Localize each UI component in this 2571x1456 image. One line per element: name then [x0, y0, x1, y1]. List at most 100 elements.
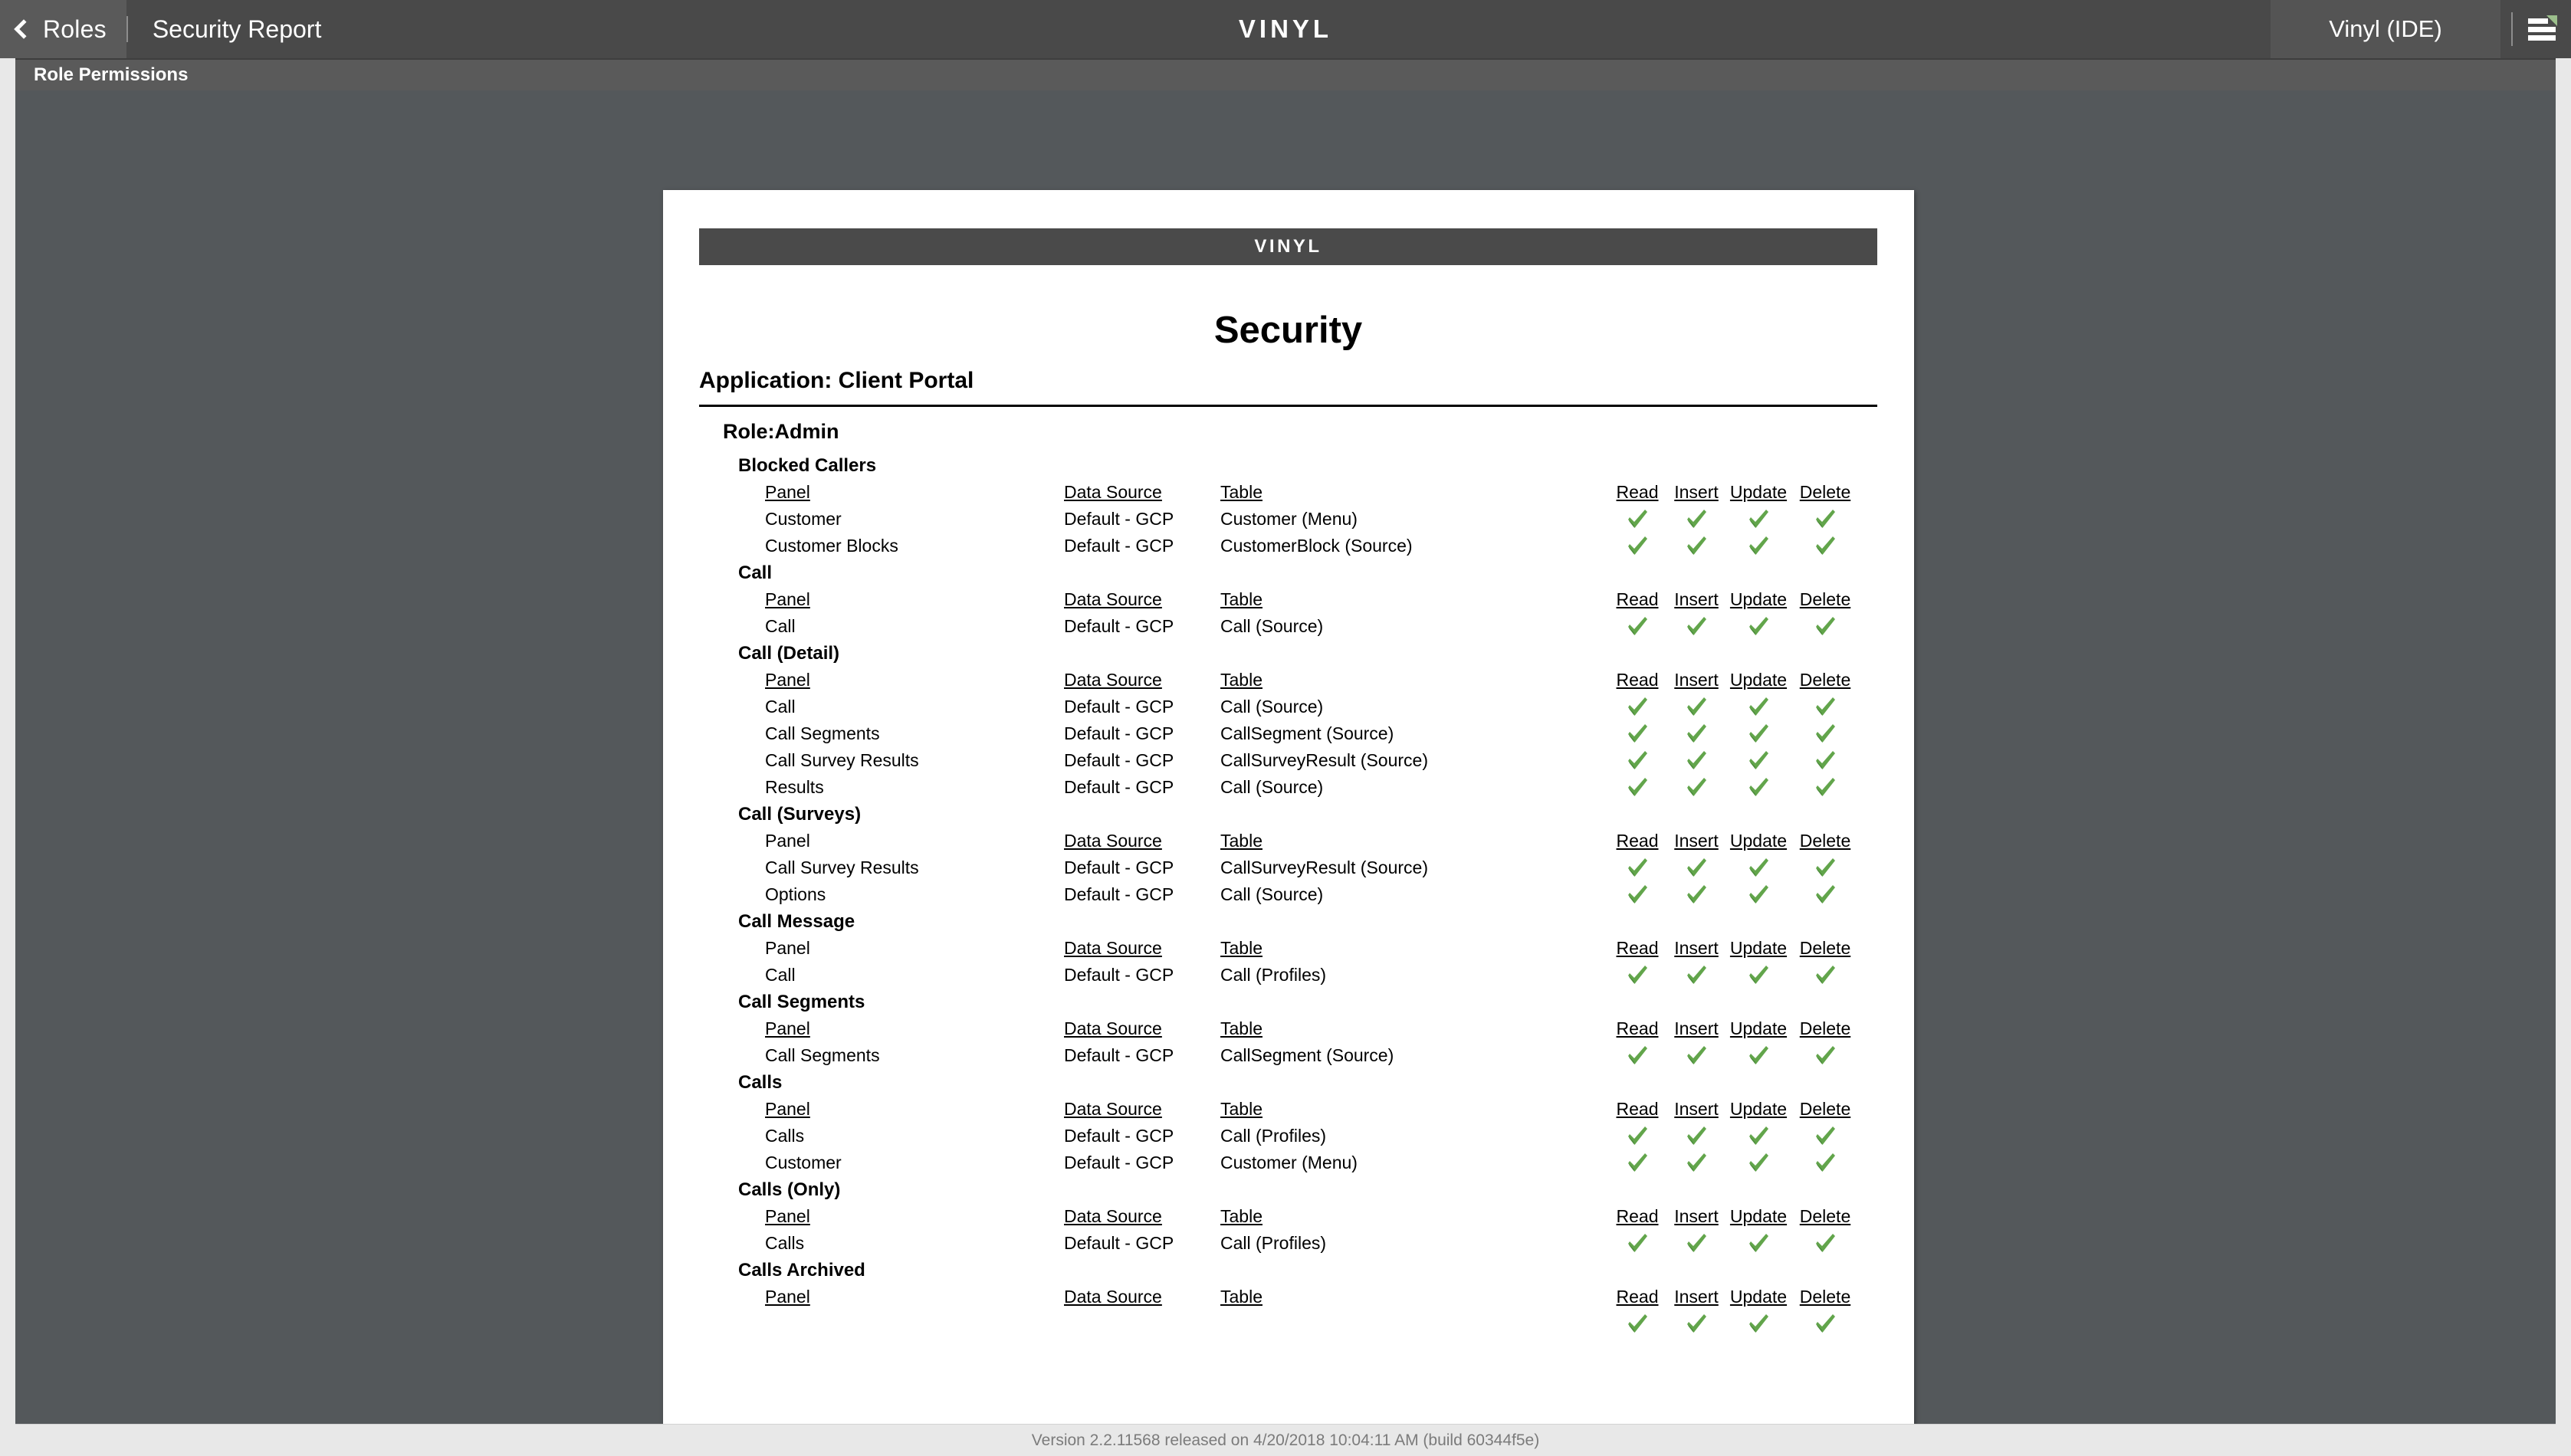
column-header-read: Read [1614, 830, 1661, 852]
table-row: OptionsDefault - GCPCall (Source) [663, 884, 1914, 910]
back-to-roles-button[interactable]: Roles [0, 0, 126, 58]
cell-insert [1673, 1313, 1720, 1336]
cell-panel: Call [765, 696, 796, 718]
report-title: Security [699, 309, 1877, 352]
green-check-icon [1814, 696, 1837, 719]
report-section: Call SegmentsPanelData SourceTableReadIn… [663, 991, 1914, 1071]
cell-panel: Call [765, 615, 796, 638]
green-check-icon [1814, 776, 1837, 799]
cell-data-source: Default - GCP [1064, 696, 1174, 718]
cell-data-source: Default - GCP [1064, 857, 1174, 879]
cell-delete [1798, 696, 1853, 719]
column-header-update: Update [1729, 1205, 1788, 1228]
column-header-row: PanelData SourceTableReadInsertUpdateDel… [663, 1205, 1914, 1232]
top-navigation-bar: Roles Security Report VINYL Vinyl (IDE) [0, 0, 2571, 58]
column-header-data-source: Data Source [1064, 481, 1162, 503]
table-row: Call SegmentsDefault - GCPCallSegment (S… [663, 1044, 1914, 1071]
column-header-update: Update [1729, 481, 1788, 503]
cell-delete [1798, 1313, 1853, 1336]
cell-panel: Customer [765, 508, 842, 530]
cell-data-source: Default - GCP [1064, 884, 1174, 906]
table-row: Call SegmentsDefault - GCPCallSegment (S… [663, 723, 1914, 749]
report-section: Call MessagePanelData SourceTableReadIns… [663, 910, 1914, 991]
column-header-row: PanelData SourceTableReadInsertUpdateDel… [663, 1098, 1914, 1125]
ide-selector-button[interactable]: Vinyl (IDE) [2271, 0, 2500, 58]
column-header-read: Read [1614, 669, 1661, 691]
section-title: Call Message [663, 910, 1914, 937]
cell-panel: Call Segments [765, 1044, 880, 1067]
cell-read [1614, 696, 1661, 719]
app-root: Roles Security Report VINYL Vinyl (IDE) [0, 0, 2571, 1456]
report-application-line: Application: Client Portal [699, 368, 1877, 407]
column-header-panel: Panel [765, 1205, 810, 1228]
column-header-data-source: Data Source [1064, 669, 1162, 691]
column-header-table: Table [1220, 1205, 1263, 1228]
green-check-icon [1626, 1125, 1649, 1148]
cell-panel: Call [765, 964, 796, 986]
green-check-icon [1814, 964, 1837, 987]
cell-read [1614, 749, 1661, 772]
column-header-update: Update [1729, 937, 1788, 959]
column-header-panel: Panel [765, 830, 810, 852]
breadcrumb-bar: Role Permissions [15, 58, 2556, 90]
cell-table: Call (Profiles) [1220, 1125, 1326, 1147]
column-header-row: PanelData SourceTableReadInsertUpdateDel… [663, 830, 1914, 857]
cell-data-source: Default - GCP [1064, 1232, 1174, 1254]
cell-read [1614, 1232, 1661, 1255]
column-header-insert: Insert [1673, 589, 1720, 611]
cell-delete [1798, 1044, 1853, 1067]
document-list-menu-icon[interactable] [2523, 0, 2571, 58]
report-viewport[interactable]: VINYL Security Application: Client Porta… [15, 90, 2556, 1424]
cell-update [1729, 1044, 1788, 1067]
cell-data-source: Default - GCP [1064, 615, 1174, 638]
column-header-update: Update [1729, 1018, 1788, 1040]
report-section: CallPanelData SourceTableReadInsertUpdat… [663, 562, 1914, 642]
green-check-icon [1685, 723, 1708, 746]
cell-insert [1673, 749, 1720, 772]
column-header-update: Update [1729, 589, 1788, 611]
cell-insert [1673, 1125, 1720, 1148]
cell-table: Call (Source) [1220, 696, 1323, 718]
green-check-icon [1814, 1313, 1837, 1336]
column-header-insert: Insert [1673, 937, 1720, 959]
green-check-icon [1814, 1125, 1837, 1148]
ide-selector-label: Vinyl (IDE) [2329, 15, 2442, 43]
cell-read [1614, 1044, 1661, 1067]
column-header-delete: Delete [1798, 1286, 1853, 1308]
cell-update [1729, 696, 1788, 719]
column-header-delete: Delete [1798, 1098, 1853, 1120]
cell-insert [1673, 723, 1720, 746]
cell-data-source: Default - GCP [1064, 749, 1174, 772]
cell-panel: Call Survey Results [765, 749, 919, 772]
back-button-label: Roles [43, 15, 107, 44]
green-check-icon [1626, 964, 1649, 987]
cell-delete [1798, 857, 1853, 880]
section-title: Calls (Only) [663, 1179, 1914, 1205]
column-header-insert: Insert [1673, 1018, 1720, 1040]
green-check-icon [1747, 508, 1770, 531]
column-header-table: Table [1220, 1018, 1263, 1040]
cell-read [1614, 508, 1661, 531]
table-row: CustomerDefault - GCPCustomer (Menu) [663, 508, 1914, 535]
green-check-icon [1685, 615, 1708, 638]
cell-read [1614, 964, 1661, 987]
green-check-icon [1685, 1125, 1708, 1148]
column-header-row: PanelData SourceTableReadInsertUpdateDel… [663, 589, 1914, 615]
green-check-icon [1685, 1232, 1708, 1255]
column-header-update: Update [1729, 669, 1788, 691]
left-edge-gutter [0, 58, 15, 1456]
cell-update [1729, 723, 1788, 746]
column-header-insert: Insert [1673, 1205, 1720, 1228]
cell-read [1614, 776, 1661, 799]
report-section: Call (Surveys)PanelData SourceTableReadI… [663, 803, 1914, 910]
column-header-table: Table [1220, 481, 1263, 503]
green-check-icon [1685, 1313, 1708, 1336]
table-row: CallsDefault - GCPCall (Profiles) [663, 1125, 1914, 1152]
cell-table: CallSegment (Source) [1220, 723, 1394, 745]
cell-data-source: Default - GCP [1064, 508, 1174, 530]
cell-data-source: Default - GCP [1064, 535, 1174, 557]
column-header-read: Read [1614, 1098, 1661, 1120]
column-header-table: Table [1220, 589, 1263, 611]
cell-read [1614, 535, 1661, 558]
cell-table: CustomerBlock (Source) [1220, 535, 1413, 557]
